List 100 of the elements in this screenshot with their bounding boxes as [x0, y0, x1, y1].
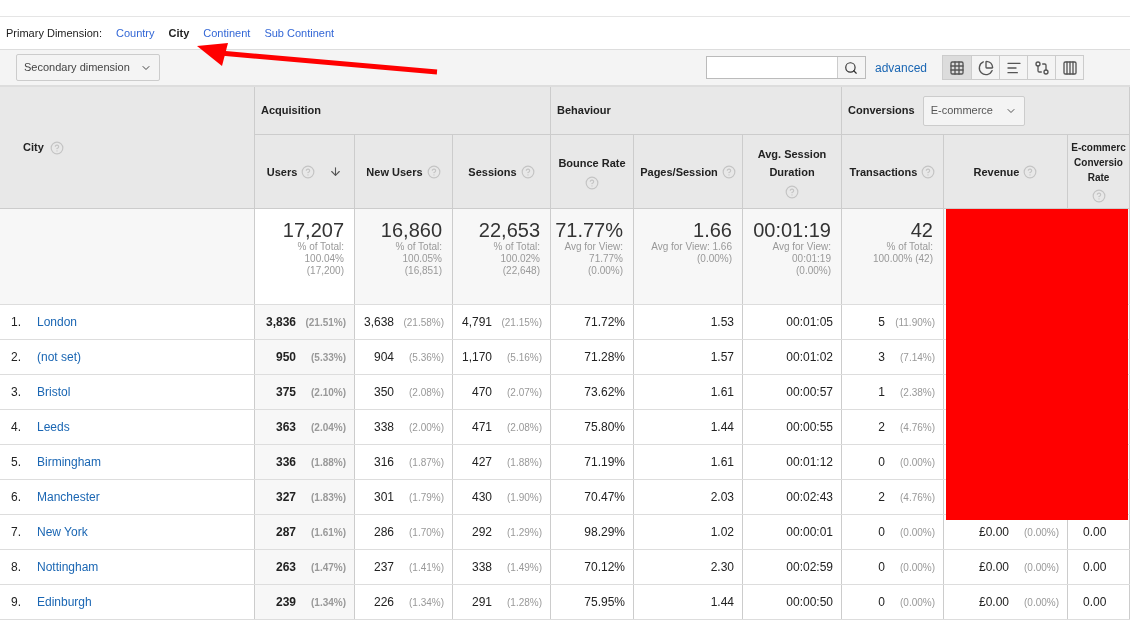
table-cell-text: 2.30: [710, 559, 734, 576]
place-link[interactable]: Manchester: [37, 488, 100, 506]
table-cell-text: 336: [275, 454, 296, 471]
group-header: Acquisition: [261, 103, 321, 119]
cell-percentage: (0.00%): [899, 525, 935, 540]
table-cell-text: 71.28%: [584, 349, 625, 366]
row-number: 5.: [11, 454, 22, 471]
total-detail: Avg for View: 1.66: [650, 241, 732, 253]
table-cell-text: 316: [373, 454, 394, 471]
secondary-dimension-dropdown[interactable]: Secondary dimension: [16, 54, 160, 81]
cell-percentage: (1.79%): [408, 490, 444, 505]
table-cell-text: 3: [878, 349, 885, 366]
cell-percentage: (0.00%): [899, 455, 935, 470]
table-cell-text: 430: [471, 489, 492, 506]
total-detail: 100.05%: [401, 253, 442, 265]
place-link[interactable]: Edinburgh: [37, 593, 92, 611]
help-icon[interactable]: [301, 164, 316, 179]
place-link[interactable]: Bristol: [37, 383, 71, 401]
table-cell-text: 1.44: [710, 419, 734, 436]
table-cell-text: 427: [471, 454, 492, 471]
help-icon[interactable]: [1023, 164, 1038, 179]
table-cell-text: 00:00:55: [786, 419, 833, 436]
column-header[interactable]: Users: [266, 162, 298, 181]
column-header[interactable]: Bounce Rate: [558, 153, 626, 172]
group-header: Conversions: [848, 103, 915, 119]
column-header[interactable]: New Users: [366, 162, 423, 181]
total-detail: (16,851): [403, 265, 442, 277]
cell-percentage: (1.28%): [506, 595, 542, 610]
cell-percentage: (1.29%): [506, 525, 542, 540]
place-link[interactable]: New York: [37, 523, 88, 541]
table-cell-text: 1,170: [461, 349, 492, 366]
place-link[interactable]: Birmingham: [37, 453, 102, 471]
cell-percentage: (21.58%): [402, 315, 444, 330]
place-link[interactable]: Nottingham: [37, 558, 99, 576]
cell-percentage: (0.00%): [1023, 525, 1059, 540]
help-icon[interactable]: [785, 184, 799, 199]
table-cell-text: 2: [878, 489, 885, 506]
column-header[interactable]: Transactions: [849, 162, 918, 181]
table-cell-text: 0.00: [1083, 594, 1107, 611]
help-icon[interactable]: [721, 164, 736, 179]
total-value: 22,653: [477, 219, 540, 241]
search-field[interactable]: [705, 56, 866, 79]
row-number: 8.: [11, 559, 22, 576]
table-cell-text: 70.12%: [584, 559, 625, 576]
dimension-link[interactable]: Country: [115, 24, 155, 42]
help-icon[interactable]: [426, 164, 441, 179]
cell-percentage: (2.10%): [310, 385, 346, 400]
help-icon[interactable]: [921, 164, 936, 179]
column-header[interactable]: E-commerc Conversio Rate: [1070, 140, 1127, 185]
total-value: 17,207: [281, 219, 344, 241]
column-header[interactable]: Sessions: [468, 162, 517, 181]
help-icon[interactable]: [1091, 189, 1106, 203]
table-cell-text: 237: [373, 559, 394, 576]
table-cell-text: 1.44: [710, 594, 734, 611]
column-header[interactable]: Avg. Session Duration: [745, 144, 839, 181]
cell-percentage: (1.87%): [408, 455, 444, 470]
dimension-link[interactable]: Continent: [203, 24, 251, 42]
table-cell-text: 338: [471, 559, 492, 576]
help-icon[interactable]: [49, 140, 64, 155]
cell-percentage: (0.00%): [1023, 595, 1059, 610]
table-cell-text: 292: [471, 524, 492, 541]
total-detail: Avg for View:: [771, 241, 831, 253]
conversions-dropdown[interactable]: E-commerce: [922, 95, 1025, 126]
place-link[interactable]: (not set): [37, 348, 81, 366]
place-link[interactable]: Leeds: [37, 418, 70, 436]
table-cell-text: 0: [878, 454, 885, 471]
table-cell-text: 00:00:01: [786, 524, 833, 541]
dimension-link[interactable]: City: [168, 24, 190, 42]
cell-percentage: (4.76%): [899, 490, 935, 505]
cell-percentage: (1.34%): [408, 595, 444, 610]
total-detail: % of Total:: [296, 241, 344, 253]
total-detail: (0.00%): [587, 265, 623, 277]
total-value: 1.66: [692, 219, 732, 241]
column-header[interactable]: Revenue: [973, 162, 1020, 181]
sort-arrow-icon[interactable]: [329, 165, 343, 178]
help-icon[interactable]: [520, 164, 535, 179]
table-cell-text: 338: [373, 419, 394, 436]
cell-percentage: (4.76%): [899, 420, 935, 435]
view-toggle[interactable]: [943, 56, 971, 79]
dimension-link[interactable]: Sub Continent: [264, 24, 335, 42]
comparison-icon: [1033, 59, 1050, 76]
cell-percentage: (1.47%): [310, 560, 346, 575]
table-cell-text: 0.00: [1083, 524, 1107, 541]
place-link[interactable]: London: [37, 313, 78, 331]
cell-percentage: (5.33%): [310, 350, 346, 365]
advanced-link[interactable]: advanced: [874, 58, 927, 77]
table-cell-text: 4,791: [461, 314, 492, 331]
table-cell-text: 471: [471, 419, 492, 436]
help-icon[interactable]: [585, 175, 599, 190]
table-cell-text: 287: [275, 524, 296, 541]
cell-percentage: (5.36%): [408, 350, 444, 365]
table-cell-text: 00:02:59: [786, 559, 833, 576]
column-header: City: [23, 140, 44, 156]
column-header[interactable]: Pages/Session: [640, 162, 718, 181]
total-detail: 00:01:19: [791, 253, 831, 265]
cell-percentage: (7.14%): [899, 350, 935, 365]
search-icon[interactable]: [844, 60, 859, 75]
total-detail: (0.00%): [696, 253, 732, 265]
cell-percentage: (1.83%): [310, 490, 346, 505]
total-value: 16,860: [379, 219, 442, 241]
